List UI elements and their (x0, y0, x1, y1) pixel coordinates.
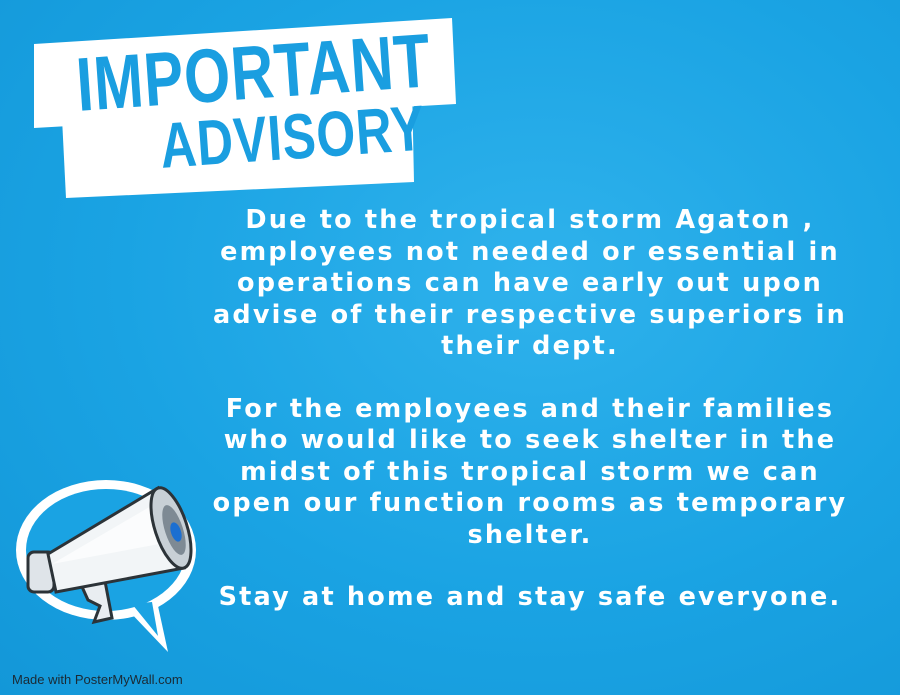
megaphone-icon (8, 468, 218, 672)
advisory-paragraph-storm: Due to the tropical storm Agaton , emplo… (213, 205, 847, 361)
advisory-body: Due to the tropical storm Agaton , emplo… (205, 205, 855, 614)
advisory-paragraph-stay-safe: Stay at home and stay safe everyone. (218, 582, 842, 612)
title-advisory: ADVISORY (157, 91, 428, 182)
postermywall-watermark: Made with PosterMyWall.com (12, 672, 183, 687)
title-banner: IMPORTANT ADVISORY (0, 0, 480, 220)
advisory-paragraph-shelter: For the employees and their families who… (212, 393, 848, 550)
